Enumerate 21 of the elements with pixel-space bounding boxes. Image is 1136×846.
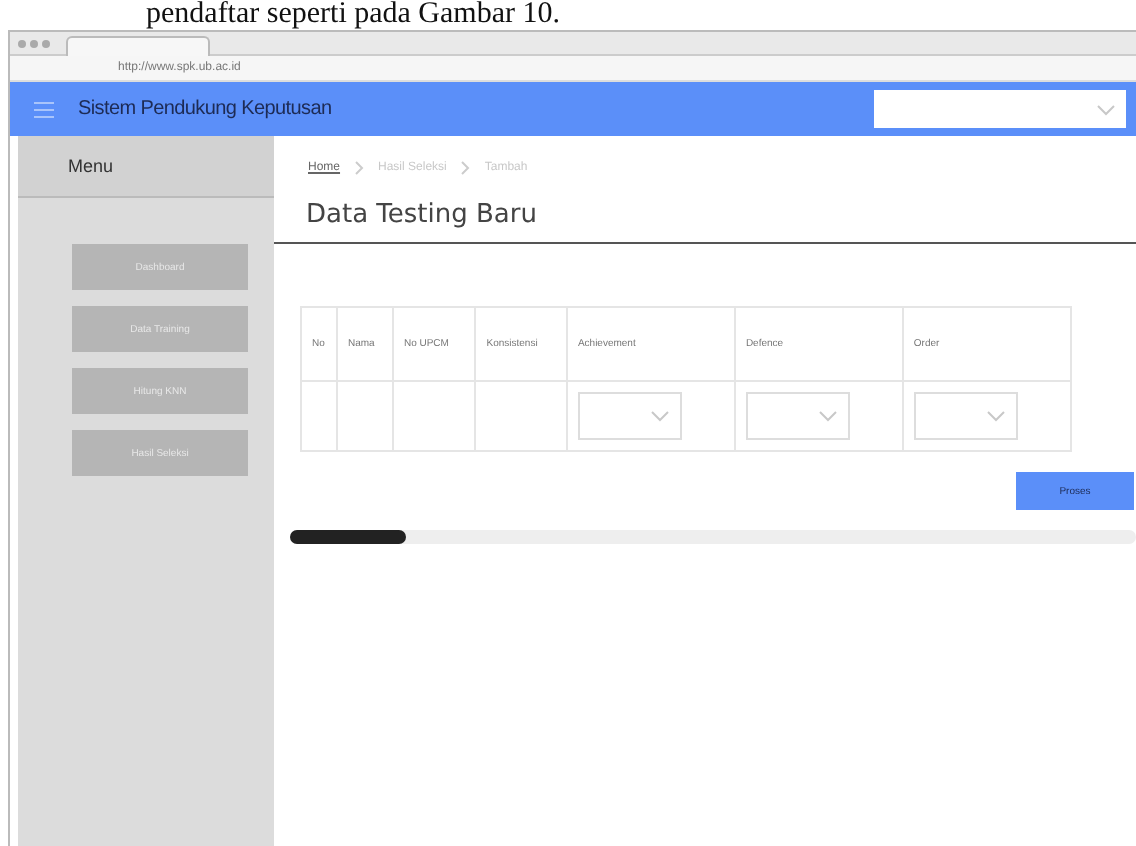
scrollbar[interactable] xyxy=(290,530,1136,544)
breadcrumb-separator-icon xyxy=(460,159,471,175)
menu-icon[interactable] xyxy=(34,101,54,117)
chevron-down-icon xyxy=(649,410,670,422)
table-cell xyxy=(336,381,393,451)
browser-tab[interactable] xyxy=(66,35,210,55)
sidebar-title: Menu xyxy=(68,156,114,176)
scrollbar-thumb[interactable] xyxy=(290,530,406,544)
chevron-down-icon xyxy=(817,410,838,422)
breadcrumb-separator-icon xyxy=(354,159,365,175)
dropdown-field[interactable] xyxy=(745,392,850,440)
dropdown-field[interactable] xyxy=(913,392,1018,440)
chevron-down-icon xyxy=(985,410,1006,422)
dropdown-field[interactable] xyxy=(874,90,1126,128)
table-cell xyxy=(392,381,476,451)
chevron-down-icon xyxy=(1096,103,1116,115)
page-title: Data Testing Baru xyxy=(306,200,539,234)
app-title: Sistem Pendukung Keputusan xyxy=(78,98,334,120)
caption-text: pendaftar seperti pada Gambar 10. xyxy=(146,0,560,30)
dropdown-field[interactable] xyxy=(577,392,682,440)
table-cell xyxy=(301,381,337,451)
